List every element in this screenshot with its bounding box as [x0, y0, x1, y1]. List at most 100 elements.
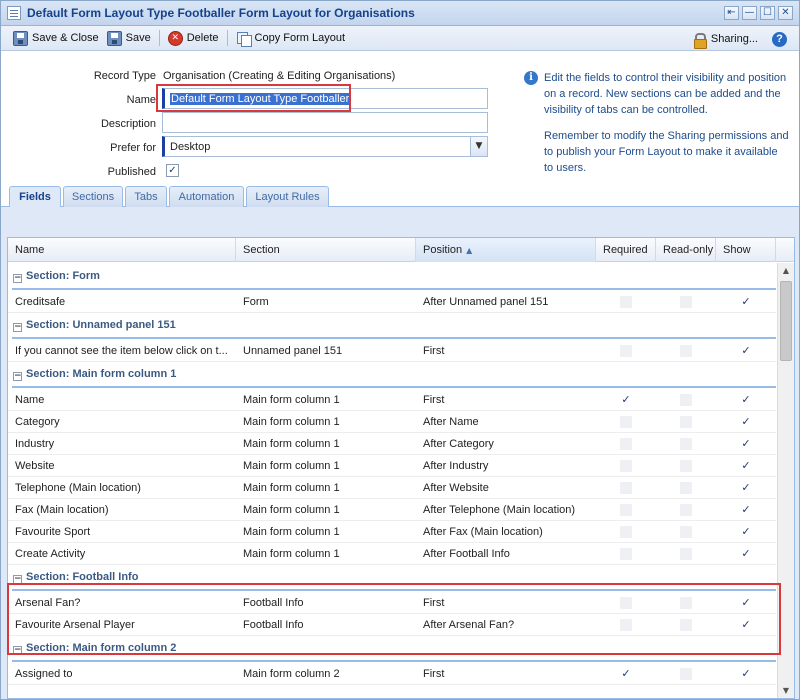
show-checkbox[interactable]: ✓ [740, 345, 752, 357]
table-row[interactable]: Name Main form column 1 First ✓ ✓ [8, 389, 776, 411]
scroll-up-icon[interactable]: ▲ [778, 263, 794, 279]
table-row[interactable]: Telephone (Main location) Main form colum… [8, 477, 776, 499]
show-checkbox[interactable]: ✓ [740, 416, 752, 428]
required-checkbox[interactable] [620, 416, 632, 428]
show-checkbox[interactable]: ✓ [740, 504, 752, 516]
scroll-down-icon[interactable]: ▼ [778, 683, 794, 698]
lock-icon [692, 32, 707, 49]
cell-name: Telephone (Main location) [15, 482, 141, 494]
description-field[interactable] [162, 112, 488, 133]
delete-label: Delete [186, 32, 219, 44]
tab-tabs[interactable]: Tabs [125, 186, 167, 208]
minimize-icon[interactable]: — [742, 6, 757, 20]
group-title: − Section: Unnamed panel 151 [13, 319, 176, 332]
save-button[interactable]: Save [103, 28, 155, 48]
table-row[interactable]: If you cannot see the item below click o… [8, 340, 776, 362]
cell-section: Main form column 1 [243, 526, 340, 538]
column-header-position[interactable]: Position ▲ [416, 238, 596, 262]
show-checkbox[interactable]: ✓ [740, 548, 752, 560]
cell-position: First [423, 668, 445, 680]
form-layout-icon [7, 6, 21, 20]
cell-section: Main form column 1 [243, 504, 340, 516]
table-row[interactable]: Fax (Main location) Main form column 1 Aft… [8, 499, 776, 521]
required-checkbox[interactable]: ✓ [620, 394, 632, 406]
group-header[interactable]: − Section: Unnamed panel 151 [8, 313, 776, 340]
help-icon[interactable]: ? [772, 31, 787, 47]
required-checkbox[interactable] [620, 482, 632, 494]
table-row[interactable]: Assigned to Main form column 2 First ✓ ✓ [8, 663, 776, 685]
required-checkbox[interactable]: ✓ [620, 668, 632, 680]
readonly-checkbox[interactable] [680, 548, 692, 560]
group-header[interactable]: − Section: Form [8, 264, 776, 291]
column-header-name[interactable]: Name [8, 238, 236, 262]
required-checkbox[interactable] [620, 438, 632, 450]
close-icon[interactable]: ✕ [778, 6, 793, 20]
required-checkbox[interactable] [620, 504, 632, 516]
required-checkbox[interactable] [620, 548, 632, 560]
column-header-required[interactable]: Required [596, 238, 656, 262]
group-title: − Section: Form [13, 270, 100, 283]
column-header-section[interactable]: Section [236, 238, 416, 262]
show-checkbox[interactable]: ✓ [740, 460, 752, 472]
required-checkbox[interactable] [620, 526, 632, 538]
cell-position: After Fax (Main location) [423, 526, 543, 538]
chevron-down-icon[interactable]: ▼ [470, 137, 487, 156]
table-row[interactable]: Website Main form column 1 After Industry ✓ [8, 455, 776, 477]
scrollbar-thumb[interactable] [780, 281, 792, 361]
readonly-checkbox[interactable] [680, 526, 692, 538]
sharing-button[interactable]: Sharing... [688, 29, 762, 49]
readonly-checkbox[interactable] [680, 438, 692, 450]
column-header-readonly[interactable]: Read-only [656, 238, 716, 262]
required-checkbox[interactable] [620, 345, 632, 357]
group-header[interactable]: − Section: Main form column 1 [8, 362, 776, 389]
readonly-checkbox[interactable] [680, 460, 692, 472]
collapse-icon[interactable]: − [13, 274, 22, 283]
cell-section: Unnamed panel 151 [243, 345, 343, 357]
show-checkbox[interactable]: ✓ [740, 394, 752, 406]
cell-section: Form [243, 296, 269, 308]
cell-position: After Name [423, 416, 479, 428]
tab-automation[interactable]: Automation [169, 186, 244, 208]
published-checkbox[interactable]: ✓ [166, 164, 179, 177]
readonly-checkbox[interactable] [680, 504, 692, 516]
readonly-checkbox[interactable] [680, 296, 692, 308]
save-and-close-button[interactable]: Save & Close [9, 28, 103, 48]
show-checkbox[interactable]: ✓ [740, 668, 752, 680]
info-paragraph-1: Edit the fields to control their visibil… [544, 72, 787, 116]
group-title-label: Section: Unnamed panel 151 [26, 319, 176, 331]
tab-fields[interactable]: Fields [9, 186, 61, 208]
group-underline [12, 288, 776, 290]
required-checkbox[interactable] [620, 296, 632, 308]
dock-icon[interactable]: ⇤ [724, 6, 739, 20]
show-checkbox[interactable]: ✓ [740, 296, 752, 308]
table-row[interactable]: Industry Main form column 1 After Category… [8, 433, 776, 455]
column-header-show[interactable]: Show [716, 238, 776, 262]
prefer-for-select[interactable]: Desktop ▼ [162, 136, 488, 157]
readonly-checkbox[interactable] [680, 668, 692, 680]
copy-form-layout-button[interactable]: Copy Form Layout [232, 28, 349, 48]
cell-position: After Industry [423, 460, 489, 472]
show-checkbox[interactable]: ✓ [740, 526, 752, 538]
table-row[interactable]: Create Activity Main form column 1 After F… [8, 543, 776, 565]
group-title-label: Section: Main form column 1 [26, 368, 177, 380]
show-checkbox[interactable]: ✓ [740, 482, 752, 494]
table-row[interactable]: Creditsafe Form After Unnamed panel 151 ✓ [8, 291, 776, 313]
tab-sections[interactable]: Sections [63, 186, 123, 208]
readonly-checkbox[interactable] [680, 394, 692, 406]
table-row[interactable]: Category Main form column 1 After Name ✓ [8, 411, 776, 433]
readonly-checkbox[interactable] [680, 482, 692, 494]
readonly-checkbox[interactable] [680, 416, 692, 428]
collapse-icon[interactable]: − [13, 372, 22, 381]
maximize-icon[interactable]: ☐ [760, 6, 775, 20]
cell-name: If you cannot see the item below click o… [15, 345, 228, 357]
collapse-icon[interactable]: − [13, 323, 22, 332]
grid-header: Name Section Position ▲ Required Read-onl… [8, 238, 794, 262]
tab-strip: Fields Sections Tabs Automation Layout R… [1, 184, 799, 208]
tab-layout-rules[interactable]: Layout Rules [246, 186, 329, 208]
show-checkbox[interactable]: ✓ [740, 438, 752, 450]
group-title-label: Section: Football Info [26, 571, 139, 583]
readonly-checkbox[interactable] [680, 345, 692, 357]
delete-button[interactable]: Delete [164, 28, 223, 48]
table-row[interactable]: Favourite Sport Main form column 1 After F… [8, 521, 776, 543]
required-checkbox[interactable] [620, 460, 632, 472]
